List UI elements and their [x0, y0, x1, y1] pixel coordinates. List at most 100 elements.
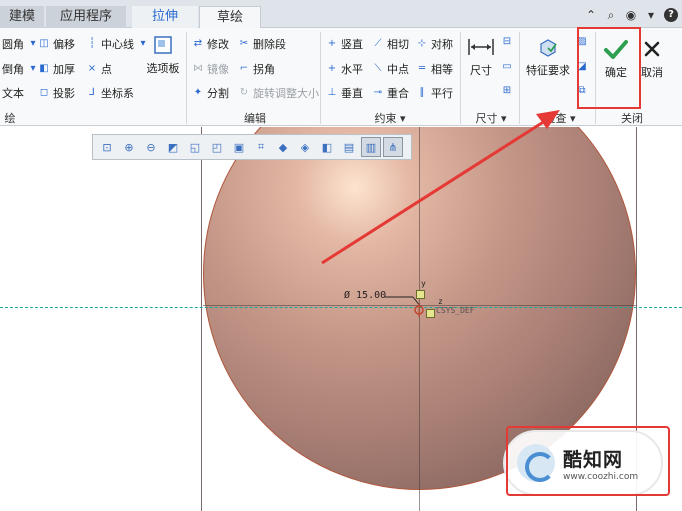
modify-button[interactable]: ⇄ 修改: [192, 36, 229, 52]
group-label-dimension[interactable]: 尺寸 ▾: [466, 110, 516, 126]
group-label-editing: 编辑: [244, 112, 266, 125]
midpoint-constraint-button[interactable]: ⟍ 中点: [372, 61, 410, 77]
group-label-constrain[interactable]: 约束 ▾: [360, 110, 420, 126]
vertical-constraint-button[interactable]: + 竖直: [326, 36, 363, 52]
text-button[interactable]: 文本: [2, 85, 24, 101]
group-label-sketch: 绘: [4, 112, 16, 125]
datum-display-icon[interactable]: ⌗: [251, 137, 271, 157]
coordinate-system-button[interactable]: ⅃ 坐标系: [86, 85, 134, 101]
centerline-icon: ┆: [88, 38, 96, 49]
equal-icon: ═: [418, 63, 426, 74]
coincident-icon: ⊸: [373, 87, 383, 98]
palette-button[interactable]: 选项板: [146, 34, 180, 76]
saved-orientations-icon[interactable]: ◰: [207, 137, 227, 157]
csys-icon: ⅃: [89, 87, 95, 98]
perimeter-icon: ⊞: [502, 85, 512, 96]
group-label-inspect[interactable]: 检查 ▾: [535, 110, 585, 126]
reference-icon: ▭: [502, 61, 512, 72]
tangent-icon: ⟋: [374, 38, 382, 49]
modify-icon: ⇄: [193, 38, 203, 49]
mirror-icon: ⋈: [193, 63, 203, 74]
perpendicular-icon: ⊥: [327, 87, 337, 98]
ribbon-tab-bar: 建模 应用程序 拉伸 草绘 ⌃ ⌕ ◉ ▾ ?: [0, 0, 682, 28]
thicken-button[interactable]: ◧ 加厚: [38, 61, 75, 77]
display-style-icon[interactable]: ◱: [185, 137, 205, 157]
corner-button[interactable]: ⌐ 拐角: [238, 61, 275, 77]
project-icon: ◻: [39, 87, 49, 98]
divider: [186, 32, 187, 124]
highlight-box-ok: [577, 27, 641, 109]
project-button[interactable]: ◻ 投影: [38, 85, 75, 101]
perimeter-dimension-button[interactable]: ⊞: [501, 85, 513, 97]
axis-z-label: z: [438, 297, 443, 306]
dimension-icon: [468, 39, 494, 55]
horizontal-datum-plane: [0, 307, 682, 308]
baseline-icon: ⊟: [502, 36, 512, 47]
view-manager-icon[interactable]: ▣: [229, 137, 249, 157]
close-icon: [644, 41, 660, 57]
sketch-view-icon[interactable]: ◧: [317, 137, 337, 157]
horizontal-icon: +: [327, 63, 337, 74]
centerline-button[interactable]: ┆ 中心线 ▾: [86, 36, 149, 52]
vertical-icon: +: [327, 38, 337, 49]
tab-sketch[interactable]: 草绘: [199, 6, 261, 28]
horizontal-constraint-button[interactable]: + 水平: [326, 61, 363, 77]
sketcher-display-icon[interactable]: ▤: [339, 137, 359, 157]
zoom-in-icon[interactable]: ⊕: [119, 137, 139, 157]
constraint-display-toggle-icon[interactable]: ⋔: [383, 137, 403, 157]
origin-icon: [414, 303, 424, 317]
title-icons: ⌃ ⌕ ◉ ▾ ?: [584, 8, 678, 23]
zoom-out-icon[interactable]: ⊖: [141, 137, 161, 157]
tangent-constraint-button[interactable]: ⟋ 相切: [372, 36, 410, 52]
point-button[interactable]: × 点: [86, 61, 112, 77]
chamfer-button[interactable]: 倒角 ▾: [2, 61, 39, 77]
tab-extrude[interactable]: 拉伸: [132, 6, 198, 28]
tab-applications[interactable]: 应用程序: [46, 6, 126, 28]
palette-icon: [154, 36, 172, 54]
dropdown-icon[interactable]: ▾: [644, 8, 658, 23]
point-icon: ×: [87, 63, 97, 74]
group-label-close: 关闭: [621, 112, 643, 125]
diameter-dimension[interactable]: Ø 15.00: [344, 290, 386, 301]
annotation-display-icon[interactable]: ◆: [273, 137, 293, 157]
left-boundary-line: [201, 127, 202, 511]
search-icon[interactable]: ⌕: [604, 8, 618, 23]
parallel-constraint-button[interactable]: ∥ 平行: [416, 85, 454, 101]
highlight-box-watermark: [506, 426, 670, 496]
corner-icon: ⌐: [239, 63, 249, 74]
tab-model[interactable]: 建模: [0, 6, 44, 28]
reference-dimension-button[interactable]: ▭: [501, 61, 513, 73]
coincident-constraint-button[interactable]: ⊸ 重合: [372, 85, 409, 101]
midpoint-icon: ⟍: [374, 63, 382, 74]
fillet-button[interactable]: 圆角 ▾: [2, 36, 39, 52]
settings-icon[interactable]: ◉: [624, 8, 638, 23]
symmetric-constraint-button[interactable]: ⊹ 对称: [416, 36, 453, 52]
dimension-button[interactable]: 尺寸: [464, 36, 498, 78]
help-icon[interactable]: ?: [664, 8, 678, 22]
mirror-button[interactable]: ⋈ 镜像: [192, 61, 229, 77]
perpendicular-constraint-button[interactable]: ⊥ 垂直: [326, 85, 363, 101]
divide-icon: ✦: [193, 87, 203, 98]
feature-requirements-button[interactable]: 特征要求: [523, 36, 573, 78]
baseline-dimension-button[interactable]: ⊟: [501, 36, 513, 48]
thicken-icon: ◧: [39, 63, 49, 74]
spin-center-icon[interactable]: ◈: [295, 137, 315, 157]
equal-constraint-button[interactable]: ═ 相等: [416, 61, 453, 77]
delete-segment-button[interactable]: ✂ 删除段: [238, 36, 286, 52]
csys-label: CSYS_DEF: [436, 306, 475, 315]
collapse-ribbon-icon[interactable]: ⌃: [584, 8, 598, 23]
csys-marker-icon: [426, 309, 435, 318]
divider: [460, 32, 461, 124]
rotate-resize-button[interactable]: ↻ 旋转调整大小: [238, 85, 319, 101]
feature-requirements-icon: [540, 39, 557, 57]
offset-icon: ◫: [39, 38, 49, 49]
refit-icon[interactable]: ⊡: [97, 137, 117, 157]
divider: [320, 32, 321, 124]
divide-button[interactable]: ✦ 分割: [192, 85, 229, 101]
dimension-display-toggle-icon[interactable]: ▥: [361, 137, 381, 157]
parallel-icon: ∥: [419, 87, 425, 98]
offset-button[interactable]: ◫ 偏移: [38, 36, 75, 52]
repaint-icon[interactable]: ◩: [163, 137, 183, 157]
delete-segment-icon: ✂: [239, 38, 249, 49]
csys-marker-icon: [416, 290, 425, 299]
